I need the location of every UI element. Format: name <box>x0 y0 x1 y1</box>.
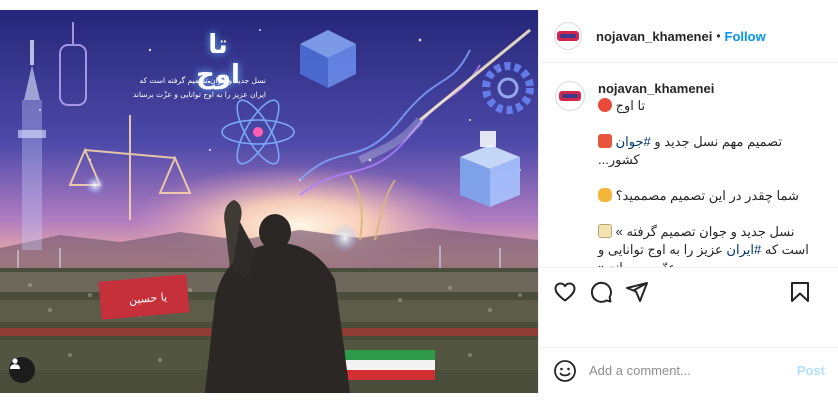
caption-line: تصمیم مهم نسل جدید و #جوان <box>598 133 828 151</box>
hashtag-link[interactable]: #جوان <box>616 134 651 149</box>
user-silhouette-icon <box>10 358 20 369</box>
image-subline-2: ایران عزیز را به اوج توانایی و عزّت برسا… <box>132 90 266 99</box>
caption-text: است که <box>764 242 809 257</box>
caption-line: کشور... <box>598 152 640 167</box>
target-emoji-icon <box>598 98 612 112</box>
avatar-logo <box>557 31 579 41</box>
caption-line: نسل جدید و جوان تصمیم گرفته » <box>598 223 828 241</box>
avatar-logo <box>559 91 581 101</box>
avatar[interactable] <box>554 22 582 50</box>
post-comment-button[interactable]: Post <box>797 363 825 378</box>
caption-section: nojavan_khamenei تا اوج تصمیم مهم نسل جد… <box>539 63 838 268</box>
share-icon[interactable] <box>625 280 649 304</box>
heart-icon[interactable] <box>553 280 577 304</box>
caption-text: تا اوج <box>615 98 646 113</box>
caption-row: nojavan_khamenei تا اوج تصمیم مهم نسل جد… <box>555 81 838 268</box>
post-side-panel: nojavan_khamenei • Follow nojavan_khamen… <box>538 10 838 393</box>
hashtag-link[interactable]: #ایران <box>726 242 761 257</box>
image-subline-1: نسل جدید و جوان تصمیم گرفته است که <box>139 76 266 85</box>
caption-text: نسل جدید و جوان تصمیم گرفته » <box>615 224 795 239</box>
caption-line: شما چقدر در این تصمیم مصممید؟ <box>598 187 828 205</box>
comment-input[interactable] <box>589 363 789 378</box>
post-illustration <box>0 10 538 393</box>
separator-dot: • <box>716 29 721 43</box>
collision-emoji-icon <box>598 134 612 148</box>
caption-avatar[interactable] <box>555 81 585 111</box>
caption-body: nojavan_khamenei تا اوج تصمیم مهم نسل جد… <box>598 81 828 268</box>
flexed-biceps-emoji-icon <box>598 188 612 202</box>
caption-line: است که #ایران عزیز را به اوج توانایی و <box>598 241 828 259</box>
caption-text: عزیز را به اوج توانایی و <box>598 242 723 257</box>
caption-text: تصمیم مهم نسل جدید و <box>654 134 783 149</box>
post-header: nojavan_khamenei • Follow <box>539 10 838 63</box>
instagram-post: تا اوج نسل جدید و جوان تصمیم گرفته است ک… <box>0 0 838 403</box>
caption-username[interactable]: nojavan_khamenei <box>598 81 828 97</box>
caption-line: عزّت برساند.« <box>598 260 676 268</box>
memo-emoji-icon <box>598 224 612 238</box>
post-image[interactable]: تا اوج نسل جدید و جوان تصمیم گرفته است ک… <box>0 10 538 393</box>
comment-bar: Post <box>539 347 838 393</box>
caption-text: شما چقدر در این تصمیم مصممید؟ <box>615 188 799 203</box>
bookmark-icon[interactable] <box>788 280 812 304</box>
user-tag-icon[interactable] <box>9 357 35 383</box>
follow-button[interactable]: Follow <box>725 29 766 44</box>
header-username[interactable]: nojavan_khamenei <box>596 29 712 44</box>
action-bar <box>539 268 838 316</box>
caption-line: تا اوج <box>598 97 828 115</box>
emoji-icon[interactable] <box>553 359 577 383</box>
comment-icon[interactable] <box>589 280 613 304</box>
